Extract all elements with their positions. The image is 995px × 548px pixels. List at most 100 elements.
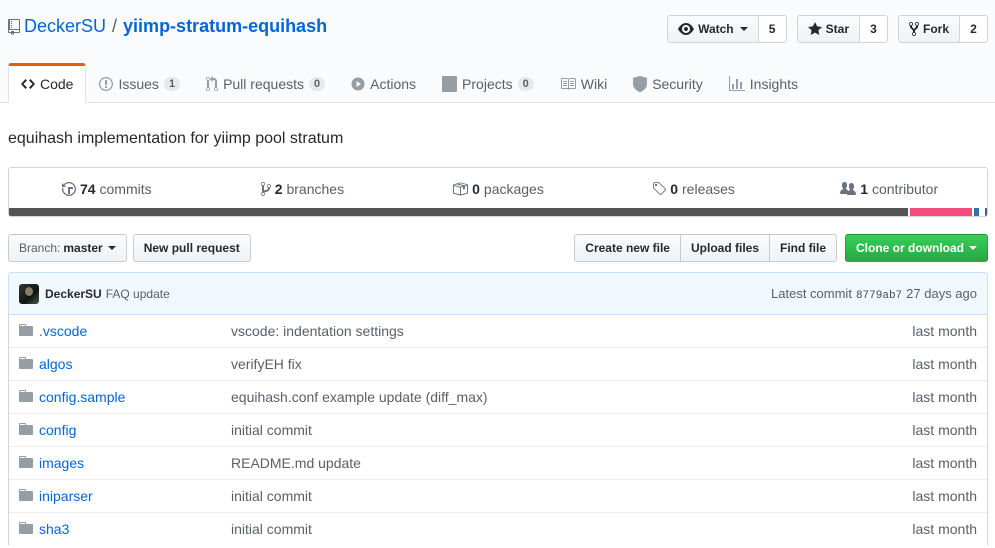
graph-icon	[728, 76, 745, 91]
folder-icon	[19, 388, 33, 407]
new-pull-request-button[interactable]: New pull request	[132, 234, 251, 262]
find-file-button[interactable]: Find file	[769, 234, 837, 262]
file-age: last month	[912, 356, 977, 372]
tab-security[interactable]: Security	[620, 63, 716, 103]
git-pull-request-icon	[206, 76, 219, 92]
folder-icon	[19, 487, 33, 506]
watch-label: Watch	[698, 22, 734, 36]
history-icon	[61, 182, 76, 196]
language-bar-segment[interactable]	[974, 208, 980, 216]
commit-author[interactable]: DeckerSU	[45, 287, 102, 301]
file-link[interactable]: config	[39, 422, 76, 438]
watch-count[interactable]: 5	[758, 15, 787, 43]
commits-link[interactable]: 74 commits	[9, 181, 205, 197]
file-link[interactable]: iniparser	[39, 488, 93, 504]
star-icon	[807, 22, 822, 35]
tab-label: Insights	[749, 76, 799, 92]
star-button[interactable]: Star	[796, 15, 860, 43]
commit-sha[interactable]: 8779ab7	[856, 290, 902, 302]
commit-message[interactable]: FAQ update	[106, 287, 170, 301]
tag-icon	[653, 182, 667, 196]
tab-insights[interactable]: Insights	[716, 63, 811, 103]
file-commit-message[interactable]: verifyEH fix	[231, 356, 302, 372]
repo-owner-link[interactable]: DeckerSU	[24, 16, 106, 37]
fork-group: Fork 2	[897, 15, 988, 43]
fork-label: Fork	[922, 22, 949, 36]
repo-icon	[8, 18, 20, 35]
code-icon	[21, 79, 35, 89]
repo-header: DeckerSU / yiimp-stratum-equihash Watch …	[0, 0, 995, 103]
book-icon	[560, 78, 576, 90]
file-link[interactable]: algos	[39, 356, 72, 372]
upload-files-button[interactable]: Upload files	[679, 234, 770, 262]
file-row: .vscode vscode: indentation settings last …	[9, 314, 987, 347]
releases-link[interactable]: 0 releases	[596, 181, 792, 197]
contributors-label: contributor	[871, 181, 939, 197]
file-name-cell: config.sample	[9, 388, 231, 407]
repo-name-link[interactable]: yiimp-stratum-equihash	[123, 16, 327, 37]
file-link[interactable]: images	[39, 455, 84, 471]
branches-label: branches	[286, 181, 345, 197]
watch-button[interactable]: Watch	[667, 15, 759, 43]
file-row: images README.md update last month	[9, 446, 987, 479]
clone-or-download-button[interactable]: Clone or download	[845, 234, 988, 262]
file-age: last month	[912, 389, 977, 405]
language-bar-segment[interactable]	[910, 208, 973, 216]
language-bar-segment[interactable]	[985, 208, 987, 216]
file-commit-message[interactable]: vscode: indentation settings	[231, 323, 404, 339]
project-icon	[442, 76, 458, 92]
commits-label: commits	[99, 181, 152, 197]
shield-icon	[633, 76, 648, 92]
tab-actions[interactable]: Actions	[338, 63, 429, 103]
tab-pull-requests[interactable]: Pull requests 0	[193, 63, 338, 103]
path-separator: /	[112, 16, 118, 36]
fork-button[interactable]: Fork	[897, 15, 960, 43]
tab-label: Actions	[370, 76, 417, 92]
folder-icon	[19, 454, 33, 473]
branch-select-button[interactable]: Branch: master	[8, 234, 127, 262]
file-commit-message[interactable]: initial commit	[231, 422, 312, 438]
packages-link[interactable]: 0 packages	[400, 181, 596, 197]
pull-requests-counter: 0	[309, 77, 326, 91]
file-list: .vscode vscode: indentation settings last …	[8, 314, 988, 545]
tab-label: Pull requests	[223, 76, 304, 92]
folder-icon	[19, 322, 33, 341]
releases-count: 0	[670, 181, 679, 197]
chevron-down-icon	[739, 27, 748, 31]
folder-icon	[19, 355, 33, 374]
repo-forked-icon	[908, 21, 919, 37]
file-link[interactable]: .vscode	[39, 323, 87, 339]
tab-label: Wiki	[580, 76, 608, 92]
branches-link[interactable]: 2 branches	[205, 181, 401, 197]
releases-label: releases	[682, 181, 735, 197]
repo-summary: 74 commits 2 branches 0 packages 0 relea…	[8, 167, 988, 217]
language-bar[interactable]	[9, 208, 987, 216]
file-row: algos verifyEH fix last month	[9, 347, 987, 380]
avatar[interactable]	[19, 283, 39, 304]
package-icon	[453, 182, 469, 196]
tab-code[interactable]: Code	[8, 63, 87, 103]
language-bar-segment[interactable]	[9, 208, 909, 216]
branch-value: master	[63, 241, 103, 255]
file-navigation: Branch: master New pull request Create n…	[8, 234, 988, 262]
tab-wiki[interactable]: Wiki	[547, 63, 620, 103]
file-commit-message[interactable]: initial commit	[231, 521, 312, 537]
fork-count[interactable]: 2	[960, 15, 988, 43]
file-commit-message[interactable]: README.md update	[231, 455, 361, 471]
file-commit-message[interactable]: equihash.conf example update (diff_max)	[231, 389, 488, 405]
chevron-down-icon	[969, 246, 977, 250]
branch-label: Branch:	[19, 241, 61, 255]
file-commit-message[interactable]: initial commit	[231, 488, 312, 504]
tab-label: Projects	[462, 76, 513, 92]
language-bar-segment[interactable]	[981, 208, 984, 216]
file-name-cell: config	[9, 421, 231, 440]
file-link[interactable]: config.sample	[39, 389, 125, 405]
contributors-link[interactable]: 1 contributor	[791, 181, 987, 197]
star-count[interactable]: 3	[859, 15, 888, 43]
file-link[interactable]: sha3	[39, 521, 69, 537]
tab-projects[interactable]: Projects 0	[429, 63, 547, 103]
create-new-file-button[interactable]: Create new file	[574, 234, 681, 262]
repo-actions: Watch 5 Star 3 Fork 2	[667, 15, 988, 43]
eye-icon	[678, 23, 695, 35]
tab-issues[interactable]: Issues 1	[86, 63, 193, 103]
